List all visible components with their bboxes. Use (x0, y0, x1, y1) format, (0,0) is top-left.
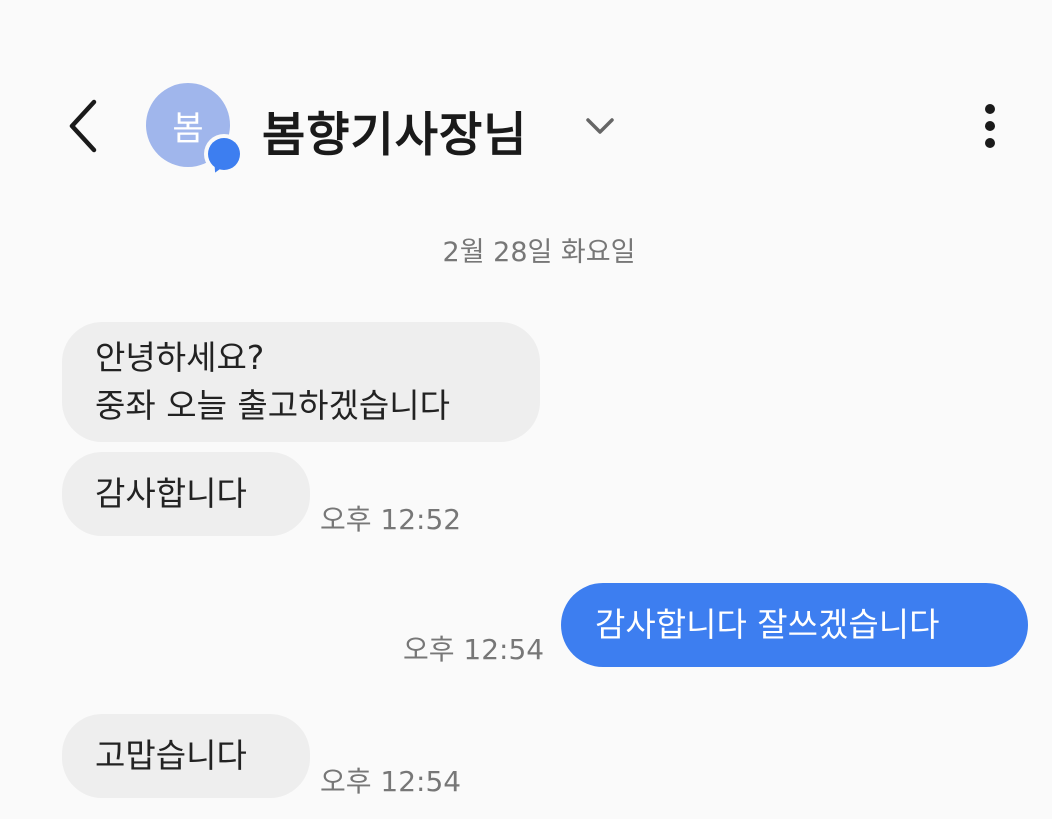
chat-bubble-icon (204, 134, 244, 174)
message-timestamp: 오후 12:54 (320, 765, 462, 798)
date-separator: 2월 28일 화요일 (442, 237, 636, 268)
outgoing-message-bubble[interactable]: 감사합니다 잘쓰겠습니다 (561, 583, 1028, 667)
message-text-line: 안녕하세요? (95, 338, 265, 377)
message-text: 고맙습니다 (95, 736, 247, 775)
contact-dropdown-button[interactable] (580, 106, 620, 146)
message-text: 감사합니다 잘쓰겠습니다 (595, 605, 940, 644)
incoming-message-bubble[interactable]: 고맙습니다 (62, 714, 310, 798)
chevron-down-icon (586, 118, 614, 134)
message-timestamp: 오후 12:54 (403, 633, 545, 666)
message-timestamp: 오후 12:52 (320, 503, 462, 536)
avatar-initial: 봄 (172, 108, 204, 149)
conversation-screen: 봄 봄향기사장님 2월 28일 화요일 안녕하세요? 중좌 오늘 출고하겠습니다… (0, 0, 1052, 819)
message-text-line: 중좌 오늘 출고하겠습니다 (95, 386, 450, 425)
more-vertical-icon (985, 104, 995, 148)
contact-name[interactable]: 봄향기사장님 (262, 96, 527, 165)
message-text: 감사합니다 (95, 474, 247, 513)
incoming-message-bubble[interactable]: 안녕하세요? 중좌 오늘 출고하겠습니다 (62, 322, 540, 442)
chevron-left-icon (69, 99, 97, 153)
incoming-message-bubble[interactable]: 감사합니다 (62, 452, 310, 536)
back-button[interactable] (52, 88, 116, 164)
more-options-button[interactable] (962, 96, 1018, 156)
